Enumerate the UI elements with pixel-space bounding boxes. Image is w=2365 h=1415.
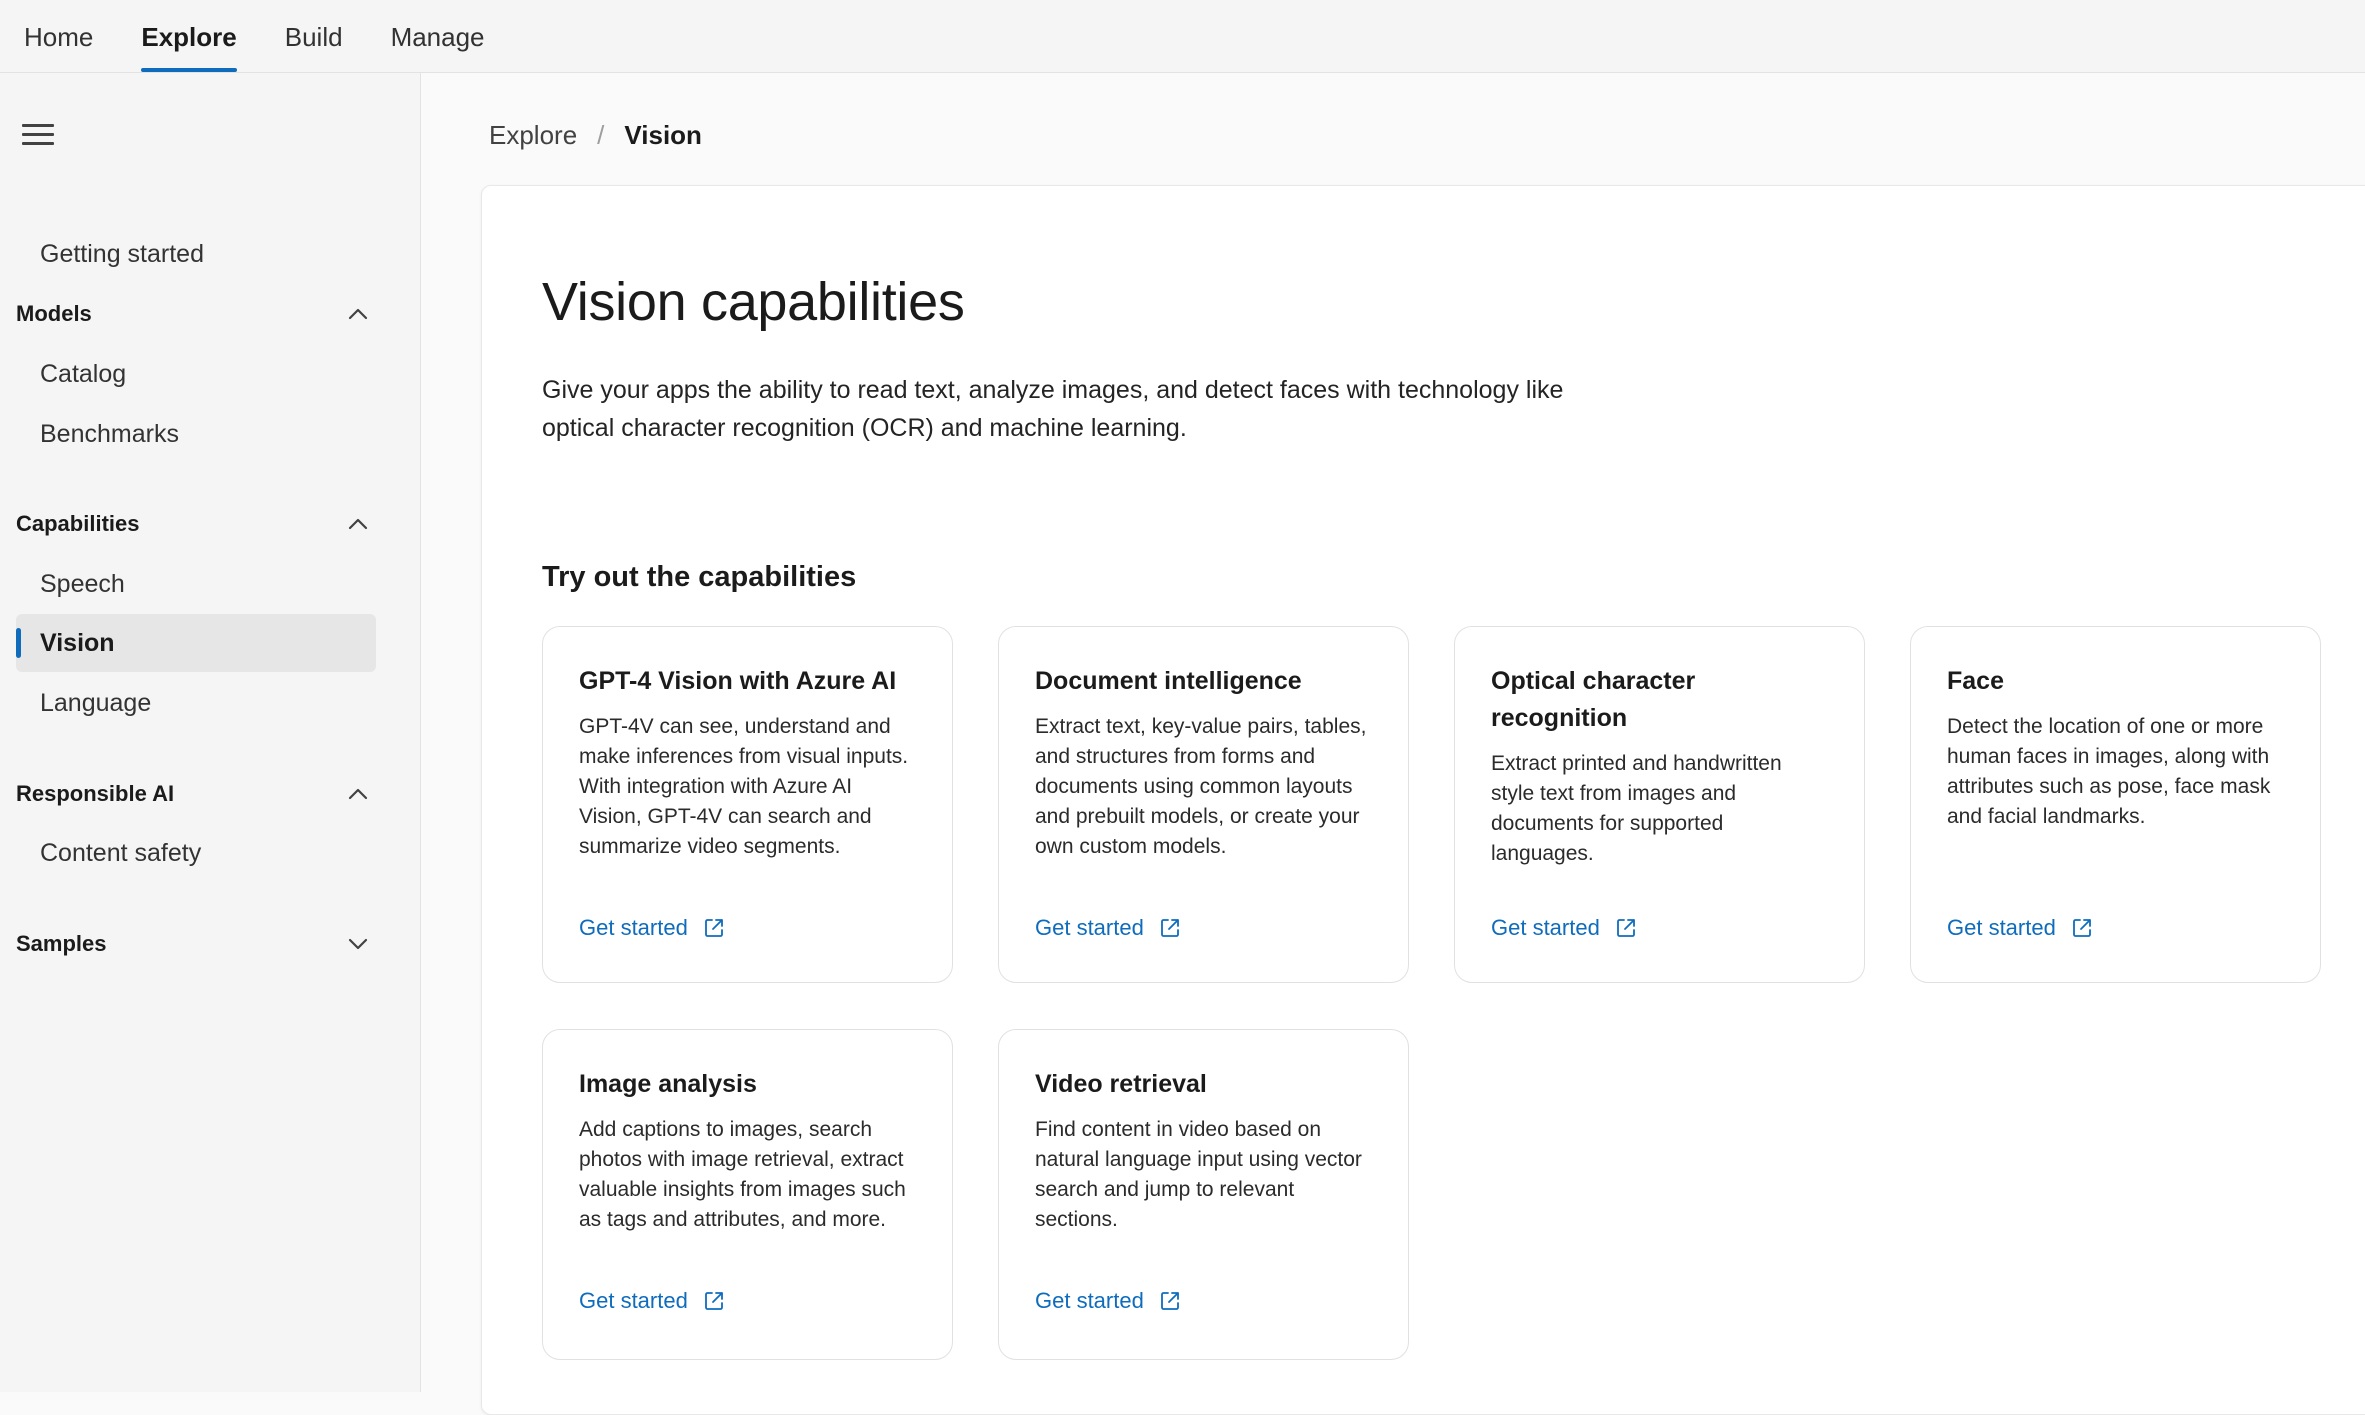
card-video-retrieval: Video retrieval Find content in video ba… xyxy=(998,1029,1409,1360)
breadcrumb: Explore / Vision xyxy=(489,118,702,152)
page-title: Vision capabilities xyxy=(542,272,965,332)
card-description: GPT-4V can see, understand and make infe… xyxy=(579,715,909,858)
sidebar-item-label: Language xyxy=(40,688,152,717)
sidebar-section-samples[interactable]: Samples xyxy=(16,919,376,969)
card-description: Extract printed and handwritten style te… xyxy=(1491,752,1782,865)
tab-home[interactable]: Home xyxy=(24,0,93,72)
get-started-link[interactable]: Get started xyxy=(1947,915,2094,941)
sidebar-item-vision[interactable]: Vision xyxy=(16,614,376,672)
get-started-link[interactable]: Get started xyxy=(1035,915,1182,941)
section-title: Try out the capabilities xyxy=(542,561,857,593)
card-title: Optical character recognition xyxy=(1491,667,1696,732)
card-title: Image analysis xyxy=(579,1070,757,1098)
main-panel: Vision capabilities Give your apps the a… xyxy=(481,185,2365,1415)
get-started-link[interactable]: Get started xyxy=(579,915,726,941)
sidebar-section-responsible-ai[interactable]: Responsible AI xyxy=(16,769,376,819)
card-title: Face xyxy=(1947,667,2004,695)
sidebar-item-benchmarks[interactable]: Benchmarks xyxy=(16,405,376,463)
card-description: Extract text, key-value pairs, tables, a… xyxy=(1035,715,1367,858)
chevron-up-icon xyxy=(348,518,368,530)
tab-explore[interactable]: Explore xyxy=(141,0,238,72)
open-in-new-icon xyxy=(1160,1292,1179,1310)
sidebar-item-label: Speech xyxy=(40,569,125,598)
card-title: GPT-4 Vision with Azure AI xyxy=(579,667,897,695)
get-started-label: Get started xyxy=(1947,915,2056,940)
breadcrumb-current: Vision xyxy=(624,119,702,150)
card-description: Detect the location of one or more human… xyxy=(1947,715,2271,828)
breadcrumb-explore[interactable]: Explore xyxy=(489,120,577,151)
hamburger-icon[interactable] xyxy=(22,122,56,148)
get-started-label: Get started xyxy=(579,915,688,940)
sidebar-section-label: Models xyxy=(16,301,92,326)
chevron-down-icon xyxy=(348,938,368,950)
sidebar-item-catalog[interactable]: Catalog xyxy=(16,345,376,403)
sidebar-section-label: Capabilities xyxy=(16,511,140,536)
card-title: Document intelligence xyxy=(1035,667,1302,695)
card-description: Find content in video based on natural l… xyxy=(1035,1118,1362,1231)
sidebar-item-label: Vision xyxy=(40,628,115,657)
get-started-label: Get started xyxy=(1035,915,1144,940)
get-started-label: Get started xyxy=(1035,1288,1144,1313)
sidebar-section-capabilities[interactable]: Capabilities xyxy=(16,499,376,549)
top-navigation: Home Explore Build Manage xyxy=(0,0,2365,73)
sidebar-item-label: Getting started xyxy=(40,239,204,268)
get-started-label: Get started xyxy=(1491,915,1600,940)
chevron-up-icon xyxy=(348,788,368,800)
get-started-label: Get started xyxy=(579,1288,688,1313)
sidebar-item-label: Catalog xyxy=(40,359,127,388)
chevron-up-icon xyxy=(348,308,368,320)
get-started-link[interactable]: Get started xyxy=(1035,1288,1182,1314)
open-in-new-icon xyxy=(1160,919,1179,937)
card-ocr: Optical character recognition Extract pr… xyxy=(1454,626,1865,983)
tab-build[interactable]: Build xyxy=(285,0,343,72)
sidebar-item-getting-started[interactable]: Getting started xyxy=(16,225,376,283)
card-document-intelligence: Document intelligence Extract text, key-… xyxy=(998,626,1409,983)
card-face: Face Detect the location of one or more … xyxy=(1910,626,2321,983)
open-in-new-icon xyxy=(2072,919,2091,937)
page-description: Give your apps the ability to read text,… xyxy=(542,376,1564,442)
open-in-new-icon xyxy=(1616,919,1635,937)
active-indicator xyxy=(16,628,21,658)
sidebar-item-language[interactable]: Language xyxy=(16,674,376,732)
open-in-new-icon xyxy=(704,919,723,937)
sidebar-item-content-safety[interactable]: Content safety xyxy=(16,824,376,882)
get-started-link[interactable]: Get started xyxy=(579,1288,726,1314)
card-description: Add captions to images, search photos wi… xyxy=(579,1118,906,1231)
tab-manage[interactable]: Manage xyxy=(391,0,485,72)
get-started-link[interactable]: Get started xyxy=(1491,915,1638,941)
sidebar-section-label: Samples xyxy=(16,931,107,956)
sidebar-item-speech[interactable]: Speech xyxy=(16,555,376,613)
sidebar-item-label: Content safety xyxy=(40,838,202,867)
sidebar-section-models[interactable]: Models xyxy=(16,289,376,339)
card-title: Video retrieval xyxy=(1035,1070,1207,1098)
open-in-new-icon xyxy=(704,1292,723,1310)
breadcrumb-separator: / xyxy=(597,119,605,150)
sidebar-section-label: Responsible AI xyxy=(16,781,175,806)
sidebar: Getting started Models Catalog Benchmark… xyxy=(0,73,421,1392)
card-gpt4-vision: GPT-4 Vision with Azure AI GPT-4V can se… xyxy=(542,626,953,983)
card-image-analysis: Image analysis Add captions to images, s… xyxy=(542,1029,953,1360)
sidebar-item-label: Benchmarks xyxy=(40,419,179,448)
